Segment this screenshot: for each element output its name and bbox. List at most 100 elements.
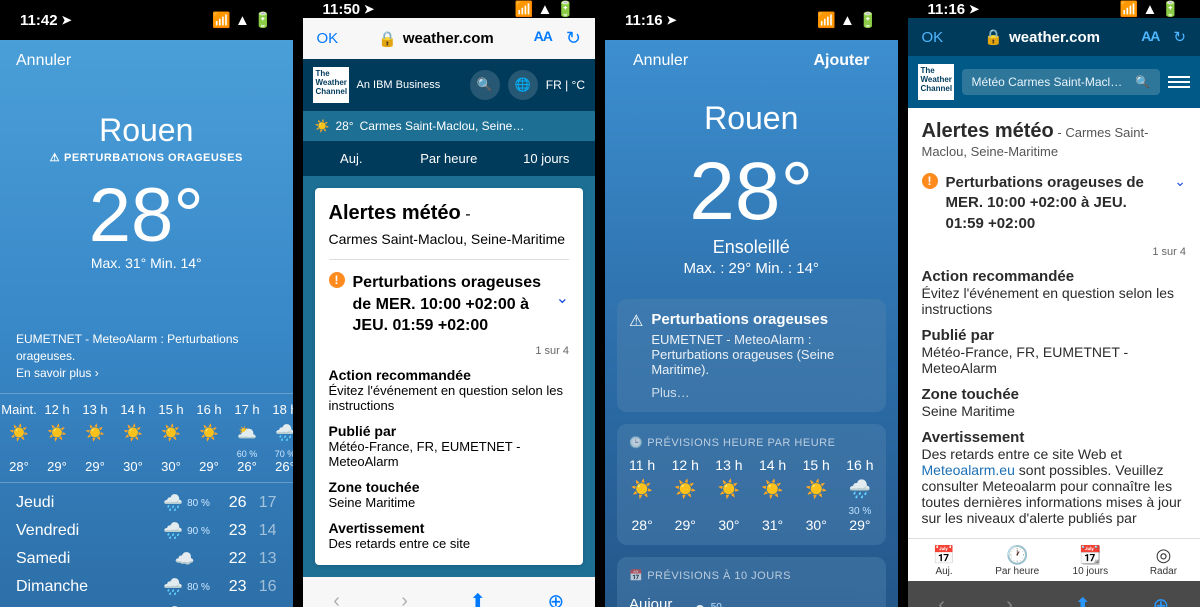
clock-icon: 🕐 bbox=[981, 545, 1054, 566]
calendar-icon: 📅 bbox=[629, 569, 643, 582]
tab-tenday[interactable]: 📆10 jours bbox=[1054, 539, 1127, 581]
hour-col: 11 h☀️ 28° bbox=[629, 457, 655, 533]
tab-hourly[interactable]: Par heure bbox=[400, 141, 498, 176]
add-button[interactable]: Ajouter bbox=[814, 52, 870, 70]
hi-low: Max. 31° Min. 14° bbox=[0, 255, 293, 271]
sun-icon: ☀️ bbox=[315, 119, 330, 133]
tab-radar[interactable]: ◎Radar bbox=[1127, 539, 1200, 581]
phone-safari-weathercom-mobile: 11:16➤ 📶▲🔋 OK 🔒weather.com AA↻ TheWeathe… bbox=[908, 0, 1200, 607]
text-size-button[interactable]: AA bbox=[1141, 28, 1159, 46]
tab-today[interactable]: Auj. bbox=[303, 141, 401, 176]
chevron-down-icon[interactable]: ⌄ bbox=[1174, 173, 1186, 190]
cancel-button[interactable]: Annuler bbox=[633, 52, 688, 70]
twc-header: TheWeatherChannel An IBM Business 🔍 🌐 FR… bbox=[303, 59, 596, 111]
city-name: Rouen bbox=[617, 100, 886, 137]
lock-icon: 🔒 bbox=[984, 28, 1003, 46]
lock-icon: 🔒 bbox=[378, 30, 397, 48]
safari-toolbar[interactable]: ‹ › ⬆ ⊕ bbox=[908, 581, 1200, 607]
warning-icon: ⚠ bbox=[629, 311, 643, 331]
daily-card[interactable]: 📅PRÉVISIONS À 10 JOURS Aujour d'hui🌧️50 … bbox=[617, 557, 886, 607]
status-bar: 11:42➤ 📶▲🔋 bbox=[0, 0, 293, 40]
phone-safari-weathercom: 11:50➤ 📶▲🔋 OK 🔒weather.com AA↻ TheWeathe… bbox=[303, 0, 596, 607]
hour-col: 14 h☀️ 31° bbox=[759, 457, 786, 533]
ok-button[interactable]: OK bbox=[317, 30, 339, 47]
safari-url-bar[interactable]: OK 🔒weather.com AA↻ bbox=[908, 18, 1200, 56]
daily-forecast[interactable]: Jeudi🌧️80 %2617Vendredi🌧️90 %2314Samedi☁… bbox=[0, 483, 293, 607]
alert-card: Alertes météo - Carmes Saint-Maclou, Sei… bbox=[315, 188, 584, 565]
twc-logo[interactable]: TheWeatherChannel bbox=[918, 64, 954, 100]
current-temp: 28° bbox=[617, 145, 886, 239]
status-bar: 11:50➤ 📶▲🔋 bbox=[303, 0, 596, 18]
warning-icon: ⚠ bbox=[50, 151, 60, 164]
hi-low: Max. : 29° Min. : 14° bbox=[617, 260, 886, 277]
hour-col: Maint.☀️ 28° bbox=[0, 402, 38, 474]
location-bar[interactable]: ☀️28°Carmes Saint-Maclou, Seine… bbox=[303, 111, 596, 141]
clock-icon: 🕒 bbox=[629, 436, 643, 449]
day-row: Vendredi🌧️90 %2314 bbox=[16, 517, 277, 545]
twc-logo[interactable]: TheWeatherChannel bbox=[313, 67, 349, 103]
phone-weather-ios15: 11:16➤ 📶▲🔋 Annuler Ajouter Rouen 28° Enso… bbox=[605, 0, 898, 607]
hour-col: 13 h☀️ 29° bbox=[76, 402, 114, 474]
forward-icon[interactable]: › bbox=[401, 590, 408, 607]
hour-col: 14 h☀️ 30° bbox=[114, 402, 152, 474]
hour-col: 17 h🌥️60 %26° bbox=[228, 402, 266, 474]
battery-icon: 🔋 bbox=[254, 11, 273, 29]
text-size-button[interactable]: AA bbox=[534, 28, 552, 49]
share-icon[interactable]: ⬆ bbox=[469, 589, 486, 607]
alert-icon: ! bbox=[922, 173, 938, 189]
signal-icon: 📶 bbox=[212, 11, 231, 29]
day-row: Aujour d'hui🌧️50 %14°29° bbox=[629, 590, 874, 607]
hour-col: 12 h☀️ 29° bbox=[672, 457, 699, 533]
safari-url-bar[interactable]: OK 🔒weather.com AA↻ bbox=[303, 18, 596, 59]
forecast-tabbar[interactable]: 📅Auj. 🕐Par heure 📆10 jours ◎Radar bbox=[908, 538, 1200, 581]
day-row: Samedi☁️2213 bbox=[16, 545, 277, 573]
hour-col: 16 h☀️ 29° bbox=[190, 402, 228, 474]
hourly-forecast[interactable]: Maint.☀️ 28°12 h☀️ 29°13 h☀️ 29°14 h☀️ 3… bbox=[0, 393, 293, 483]
alert-source[interactable]: EUMETNET - MeteoAlarm : Perturbations or… bbox=[0, 331, 293, 381]
tab-tenday[interactable]: 10 jours bbox=[498, 141, 596, 176]
forward-icon[interactable]: › bbox=[1006, 594, 1013, 607]
search-input[interactable]: Météo Carmes Saint-Macl…🔍 bbox=[962, 69, 1161, 95]
forecast-tabs[interactable]: Auj. Par heure 10 jours bbox=[303, 141, 596, 176]
compass-icon[interactable]: ⊕ bbox=[548, 589, 565, 607]
reload-icon[interactable]: ↻ bbox=[1173, 28, 1186, 46]
back-icon[interactable]: ‹ bbox=[938, 594, 945, 607]
reload-icon[interactable]: ↻ bbox=[566, 28, 581, 49]
hour-col: 18 h🌧️70 %26° bbox=[266, 402, 293, 474]
twc-header: TheWeatherChannel Météo Carmes Saint-Mac… bbox=[908, 56, 1200, 108]
search-icon[interactable]: 🔍 bbox=[470, 70, 500, 100]
hour-col: 13 h☀️ 30° bbox=[715, 457, 742, 533]
hour-col: 15 h☀️ 30° bbox=[152, 402, 190, 474]
calendar-icon: 📆 bbox=[1054, 545, 1127, 566]
compass-icon[interactable]: ⊕ bbox=[1153, 593, 1170, 607]
current-temp: 28° bbox=[0, 172, 293, 259]
status-bar: 11:16➤ 📶▲🔋 bbox=[605, 0, 898, 40]
ok-button[interactable]: OK bbox=[922, 29, 944, 46]
status-bar: 11:16➤ 📶▲🔋 bbox=[908, 0, 1200, 18]
condition-text: Ensoleillé bbox=[617, 237, 886, 258]
tab-hourly[interactable]: 🕐Par heure bbox=[981, 539, 1054, 581]
day-row: Jeudi🌧️80 %2617 bbox=[16, 489, 277, 517]
menu-icon[interactable] bbox=[1168, 76, 1190, 88]
wifi-icon: ▲ bbox=[235, 12, 250, 29]
tab-today[interactable]: 📅Auj. bbox=[908, 539, 981, 581]
hourly-card[interactable]: 🕒PRÉVISIONS HEURE PAR HEURE 11 h☀️ 28°12… bbox=[617, 424, 886, 545]
back-icon[interactable]: ‹ bbox=[333, 590, 340, 607]
day-row: Dimanche🌧️80 %2316 bbox=[16, 573, 277, 601]
search-icon: 🔍 bbox=[1135, 75, 1150, 89]
share-icon[interactable]: ⬆ bbox=[1074, 593, 1091, 607]
chevron-down-icon[interactable]: ⌄ bbox=[556, 288, 569, 308]
hour-col: 12 h☀️ 29° bbox=[38, 402, 76, 474]
location-arrow-icon: ➤ bbox=[62, 13, 72, 27]
radar-icon: ◎ bbox=[1127, 545, 1200, 566]
safari-toolbar[interactable]: ‹ › ⬆ ⊕ bbox=[303, 577, 596, 607]
alert-card[interactable]: ⚠ Perturbations orageuses EUMETNET - Met… bbox=[617, 299, 886, 412]
hour-col: 16 h🌧️30 %29° bbox=[846, 457, 873, 533]
day-row: Lundi🌧️80 %2113 bbox=[16, 601, 277, 607]
alert-icon: ! bbox=[329, 272, 345, 288]
cancel-button[interactable]: Annuler bbox=[16, 52, 71, 70]
city-name: Rouen bbox=[0, 112, 293, 149]
phone-weather-ios14: 11:42➤ 📶▲🔋 Annuler Rouen ⚠PERTURBATIONS … bbox=[0, 0, 293, 607]
meteoalarm-link[interactable]: Meteoalarm.eu bbox=[922, 462, 1015, 478]
globe-icon[interactable]: 🌐 bbox=[508, 70, 538, 100]
